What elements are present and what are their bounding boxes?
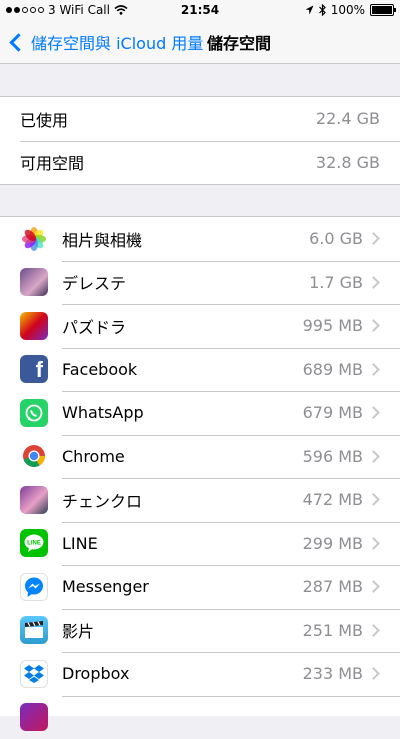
chevron-right-icon [367,667,380,680]
used-label: 已使用 [20,107,68,131]
app-size: 299 MB [303,534,363,553]
back-button[interactable]: 儲存空間與 iCloud 用量 [8,30,203,54]
available-label: 可用空間 [20,150,84,174]
videos-icon [20,616,48,644]
app-row-chrome[interactable]: Chrome 596 MB [0,435,400,479]
status-bar: 3 WiFi Call 21:54 100% [0,0,400,20]
app-size: 995 MB [303,316,363,335]
app-size: 1.7 GB [309,273,363,292]
app-list: 相片與相機 6.0 GB デレステ 1.7 GB パズドラ 995 MB f F… [0,216,400,716]
whatsapp-icon [20,399,48,427]
battery-fill [372,6,392,14]
app-row-whatsapp[interactable]: WhatsApp 679 MB [0,391,400,435]
app-name: Facebook [62,360,137,379]
storage-summary: 已使用 22.4 GB 可用空間 32.8 GB [0,96,400,185]
chevron-right-icon [367,624,380,637]
app-row-messenger[interactable]: Messenger 287 MB [0,565,400,609]
app-size: 6.0 GB [309,229,363,248]
summary-row-used: 已使用 22.4 GB [0,97,400,141]
app-name: Chrome [62,447,125,466]
status-right: 100% [305,3,394,17]
app-size: 287 MB [303,577,363,596]
back-label: 儲存空間與 iCloud 用量 [31,30,203,54]
app-row-deresute[interactable]: デレステ 1.7 GB [0,261,400,305]
chain-chronicle-icon [20,486,48,514]
app-row-videos[interactable]: 影片 251 MB [0,609,400,653]
summary-row-available: 可用空間 32.8 GB [0,141,400,185]
app-size: 472 MB [303,490,363,509]
available-value: 32.8 GB [316,153,380,172]
app-row-dropbox[interactable]: Dropbox 233 MB [0,652,400,696]
page-title: 儲存空間 [207,30,271,54]
app-row-line[interactable]: LINE LINE 299 MB [0,522,400,566]
battery-percent: 100% [331,3,365,17]
chevron-right-icon [367,580,380,593]
chevron-right-icon [367,232,380,245]
app-row-chain-chronicle[interactable]: チェンクロ 472 MB [0,478,400,522]
app-row-photos[interactable]: 相片與相機 6.0 GB [0,217,400,261]
used-value: 22.4 GB [316,109,380,128]
app-name: Dropbox [62,664,129,683]
app-row-partial[interactable] [0,696,400,739]
app-size: 596 MB [303,447,363,466]
app-name: 相片與相機 [62,227,142,251]
app-row-puzzle-dragons[interactable]: パズドラ 995 MB [0,304,400,348]
app-row-facebook[interactable]: f Facebook 689 MB [0,348,400,392]
messenger-icon [20,573,48,601]
app-name: LINE [62,534,98,553]
app-name: チェンクロ [62,488,142,512]
photos-icon [20,225,48,253]
app-size: 679 MB [303,403,363,422]
chevron-right-icon [367,276,380,289]
chevron-right-icon [367,450,380,463]
battery-icon [370,4,394,16]
app-size: 251 MB [303,621,363,640]
chrome-icon [20,442,48,470]
chevron-right-icon [367,406,380,419]
chevron-left-icon [9,33,27,51]
app-name: パズドラ [62,314,126,338]
deresute-icon [20,268,48,296]
facebook-icon: f [20,355,48,383]
app-name: Messenger [62,577,149,596]
app-size: 689 MB [303,360,363,379]
svg-text:LINE: LINE [27,541,41,547]
line-icon: LINE [20,529,48,557]
location-arrow-icon [305,5,314,15]
bluetooth-icon [319,4,326,16]
app-name: 影片 [62,618,94,642]
app-name: デレステ [62,270,126,294]
navigation-bar: 儲存空間與 iCloud 用量 儲存空間 [0,20,400,64]
puzzle-dragons-icon [20,312,48,340]
app-size: 233 MB [303,664,363,683]
app-icon-partial [20,703,48,731]
chevron-right-icon [367,537,380,550]
dropbox-icon [20,660,48,688]
app-name: WhatsApp [62,403,144,422]
chevron-right-icon [367,493,380,506]
chevron-right-icon [367,363,380,376]
chevron-right-icon [367,319,380,332]
